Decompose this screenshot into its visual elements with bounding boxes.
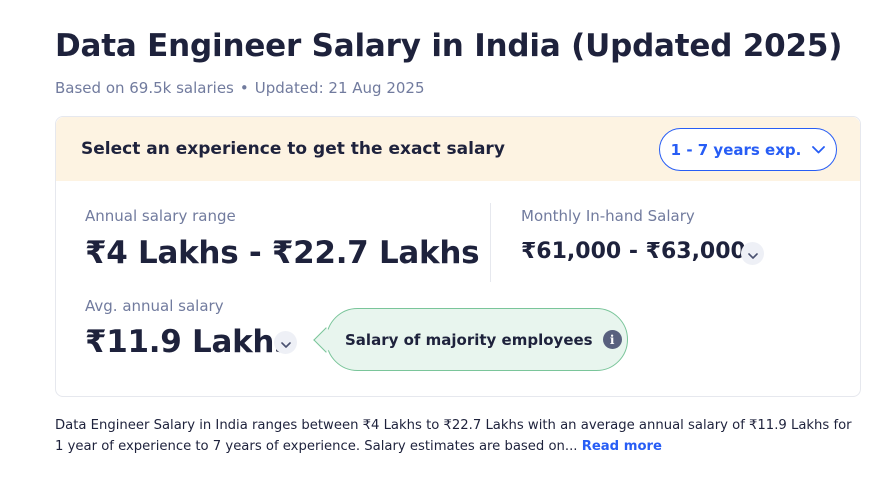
chevron-down-icon: [747, 244, 758, 263]
majority-salary-tooltip: Salary of majority employees i: [313, 308, 628, 371]
tooltip-text: Salary of majority employees: [345, 330, 593, 349]
chevron-down-icon: [280, 333, 291, 352]
read-more-link[interactable]: Read more: [582, 439, 662, 454]
page-subtitle: Based on 69.5k salaries • Updated: 21 Aug …: [55, 79, 425, 97]
experience-dropdown[interactable]: 1 - 7 years exp.: [659, 128, 837, 171]
experience-dropdown-value: 1 - 7 years exp.: [670, 140, 802, 159]
monthly-salary-value: ₹61,000 - ₹63,000: [521, 239, 746, 264]
annual-range-label: Annual salary range: [85, 207, 236, 225]
updated-date: Updated: 21 Aug 2025: [254, 79, 425, 97]
tooltip-arrow: [313, 327, 339, 353]
avg-salary-label: Avg. annual salary: [85, 297, 224, 315]
page-title: Data Engineer Salary in India (Updated 2…: [55, 28, 843, 64]
salary-count: Based on 69.5k salaries: [55, 79, 234, 97]
chevron-down-icon: [811, 143, 825, 157]
experience-prompt: Select an experience to get the exact sa…: [81, 139, 505, 159]
avg-salary-value: ₹11.9 Lakhs: [85, 324, 293, 360]
monthly-salary-label: Monthly In-hand Salary: [521, 207, 695, 225]
column-divider: [490, 203, 491, 282]
annual-range-value: ₹4 Lakhs - ₹22.7 Lakhs: [85, 235, 480, 271]
salary-card: Select an experience to get the exact sa…: [55, 116, 861, 397]
description-text: Data Engineer Salary in India ranges bet…: [55, 418, 852, 454]
info-icon[interactable]: i: [602, 330, 622, 349]
card-header: Select an experience to get the exact sa…: [56, 117, 860, 181]
separator-dot: •: [239, 79, 249, 97]
salary-description: Data Engineer Salary in India ranges bet…: [55, 415, 855, 457]
avg-expand-button[interactable]: [274, 331, 297, 354]
monthly-expand-button[interactable]: [741, 242, 764, 265]
